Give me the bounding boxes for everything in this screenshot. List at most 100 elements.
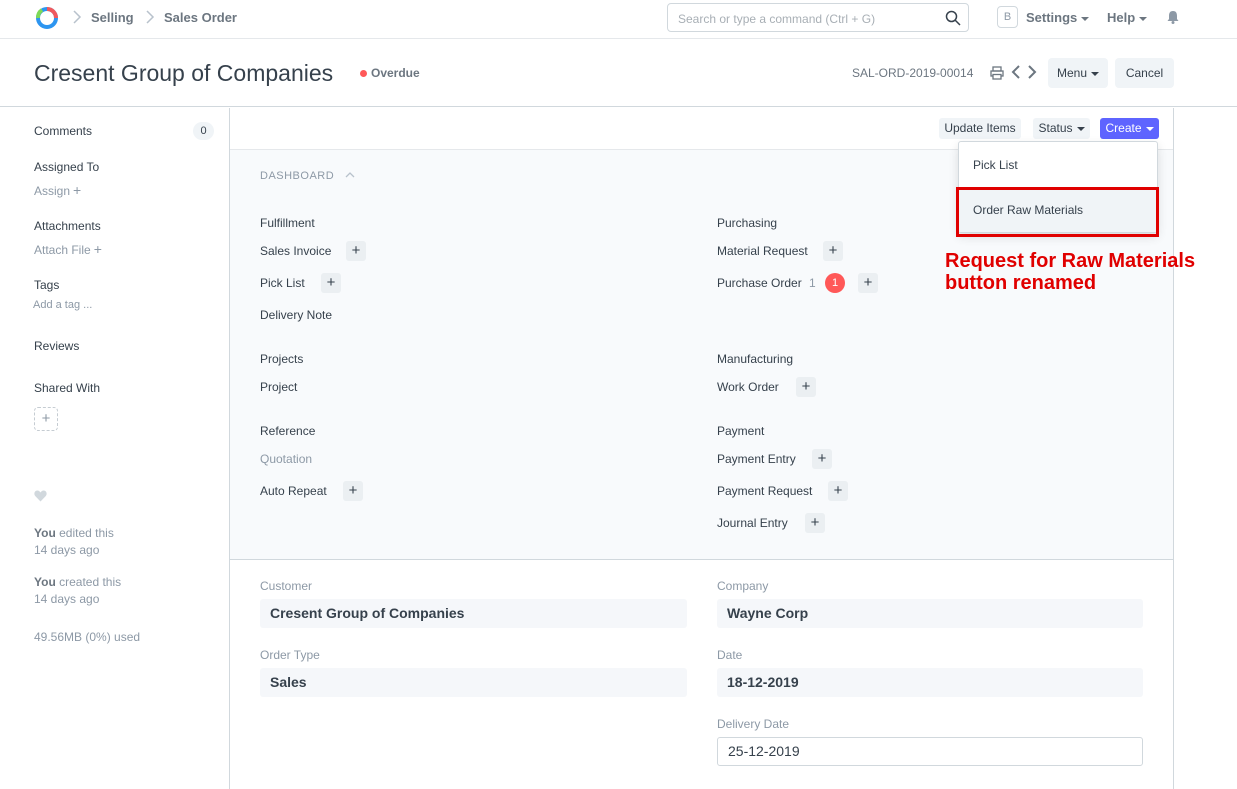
avatar[interactable]: B (997, 6, 1018, 28)
chevron-right-icon (72, 9, 82, 25)
order-type-label: Order Type (260, 648, 320, 662)
status-button[interactable]: Status (1033, 118, 1090, 139)
order-type-field[interactable]: Sales (260, 668, 687, 697)
date-field[interactable]: 18-12-2019 (717, 668, 1143, 697)
create-button-label: Create (1105, 121, 1141, 135)
breadcrumb-sales-order[interactable]: Sales Order (164, 10, 237, 25)
add-work-order-button[interactable]: + (796, 377, 816, 397)
chevron-left-icon[interactable] (1011, 65, 1021, 79)
menu-label: Menu (1057, 66, 1087, 80)
add-material-request-button[interactable]: + (823, 241, 843, 261)
caret-down-icon (1091, 72, 1099, 76)
cancel-button[interactable]: Cancel (1115, 58, 1174, 88)
breadcrumb-selling[interactable]: Selling (91, 10, 134, 25)
document-name: SAL-ORD-2019-00014 (852, 66, 973, 80)
add-payment-request-button[interactable]: + (828, 481, 848, 501)
assign-label: Assign (34, 184, 70, 198)
annotation-text: Request for Raw Materials button renamed (945, 250, 1195, 294)
tags-label: Tags (34, 278, 59, 292)
settings-label: Settings (1026, 10, 1077, 25)
add-purchase-order-button[interactable]: + (858, 273, 878, 293)
link-purchase-order[interactable]: Purchase Order (717, 276, 802, 290)
comments-label[interactable]: Comments (34, 124, 92, 138)
attachments-label: Attachments (34, 219, 101, 233)
annotation-line-1: Request for Raw Materials (945, 250, 1195, 272)
group-title-reference: Reference (260, 424, 315, 438)
group-title-fulfillment: Fulfillment (260, 216, 315, 230)
link-payment-entry[interactable]: Payment Entry (717, 452, 796, 466)
link-work-order[interactable]: Work Order (717, 380, 779, 394)
annotation-highlight-box (956, 187, 1159, 237)
attach-file-button[interactable]: Attach File+ (34, 241, 102, 257)
company-field[interactable]: Wayne Corp (717, 599, 1143, 628)
delivery-date-field[interactable]: 25-12-2019 (717, 737, 1143, 766)
print-icon[interactable] (990, 66, 1004, 80)
delivery-date-label: Delivery Date (717, 717, 789, 731)
menu-button[interactable]: Menu (1048, 58, 1108, 88)
link-project[interactable]: Project (260, 380, 297, 394)
navbar: Selling Sales Order Search or type a com… (0, 0, 1237, 39)
customer-label: Customer (260, 579, 312, 593)
menu-item-pick-list[interactable]: Pick List (959, 143, 1157, 187)
group-title-manufacturing: Manufacturing (717, 352, 793, 366)
activity-item: You edited this 14 days ago (34, 525, 114, 559)
dashboard-title[interactable]: DASHBOARD (260, 170, 334, 182)
group-title-projects: Projects (260, 352, 303, 366)
add-tag-input[interactable]: Add a tag ... (33, 299, 92, 311)
shared-with-label: Shared With (34, 381, 100, 395)
link-material-request[interactable]: Material Request (717, 244, 808, 258)
add-pick-list-button[interactable]: + (321, 273, 341, 293)
link-quotation[interactable]: Quotation (260, 452, 312, 466)
caret-down-icon (1081, 17, 1089, 21)
settings-dropdown[interactable]: Settings (1026, 10, 1089, 25)
bell-icon[interactable] (1167, 10, 1179, 24)
update-items-button[interactable]: Update Items (939, 118, 1021, 139)
customer-field[interactable]: Cresent Group of Companies (260, 599, 687, 628)
app-logo-icon[interactable] (35, 5, 59, 31)
add-payment-entry-button[interactable]: + (812, 449, 832, 469)
link-pick-list[interactable]: Pick List (260, 276, 305, 290)
comments-count-badge: 0 (193, 122, 214, 140)
chevron-right-icon[interactable] (1027, 65, 1037, 79)
plus-icon: + (94, 241, 102, 257)
page-head: Cresent Group of Companies Overdue SAL-O… (0, 39, 1237, 107)
purchase-order-count: 1 (809, 276, 816, 290)
activity-time: 14 days ago (34, 592, 99, 606)
create-button[interactable]: Create (1100, 118, 1159, 139)
chevron-up-icon[interactable] (344, 170, 356, 180)
attach-file-label: Attach File (34, 243, 91, 257)
activity-item: You created this 14 days ago (34, 574, 121, 608)
date-label: Date (717, 648, 742, 662)
caret-down-icon (1139, 17, 1147, 21)
search-placeholder: Search or type a command (Ctrl + G) (678, 12, 875, 26)
link-auto-repeat[interactable]: Auto Repeat (260, 484, 327, 498)
assign-button[interactable]: Assign+ (34, 182, 81, 198)
search-icon[interactable] (945, 10, 961, 26)
reviews-label[interactable]: Reviews (34, 339, 79, 353)
activity-user: You (34, 526, 56, 540)
storage-usage: 49.56MB (0%) used (34, 630, 140, 644)
sidebar: Comments 0 Assigned To Assign+ Attachmen… (0, 108, 229, 789)
search-input[interactable]: Search or type a command (Ctrl + G) (667, 3, 969, 32)
help-dropdown[interactable]: Help (1107, 10, 1147, 25)
link-sales-invoice[interactable]: Sales Invoice (260, 244, 331, 258)
add-auto-repeat-button[interactable]: + (343, 481, 363, 501)
activity-action: created this (56, 575, 121, 589)
link-payment-request[interactable]: Payment Request (717, 484, 812, 498)
activity-action: edited this (56, 526, 114, 540)
add-sales-invoice-button[interactable]: + (346, 241, 366, 261)
link-delivery-note[interactable]: Delivery Note (260, 308, 332, 322)
heart-icon[interactable] (34, 490, 47, 502)
purchase-order-badge[interactable]: 1 (825, 273, 845, 293)
add-share-button[interactable]: + (34, 407, 58, 431)
status-indicator-dot (360, 70, 367, 77)
link-journal-entry[interactable]: Journal Entry (717, 516, 788, 530)
annotation-line-2: button renamed (945, 272, 1195, 294)
caret-down-icon (1077, 127, 1085, 131)
add-journal-entry-button[interactable]: + (805, 513, 825, 533)
activity-user: You (34, 575, 56, 589)
assigned-to-label: Assigned To (34, 160, 99, 174)
activity-time: 14 days ago (34, 543, 99, 557)
status-badge: Overdue (371, 66, 420, 80)
help-label: Help (1107, 10, 1135, 25)
